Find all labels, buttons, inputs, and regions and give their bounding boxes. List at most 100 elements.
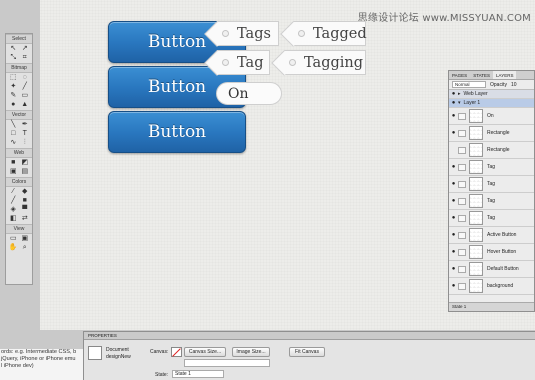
layer-row[interactable]: ● On xyxy=(449,108,534,125)
fill-swatch-icon[interactable]: ▀ xyxy=(20,206,31,214)
layer-row[interactable]: ● Tag xyxy=(449,159,534,176)
hide-slices-icon[interactable]: ▣ xyxy=(8,168,19,176)
fill-color-icon[interactable]: ◈ xyxy=(8,206,19,214)
lock-toggle[interactable] xyxy=(458,146,466,154)
canvas-dropdown[interactable] xyxy=(184,359,270,367)
layer-row[interactable]: ● Tag xyxy=(449,176,534,193)
layer-folder-web[interactable]: ● ▸ Web Layer xyxy=(449,90,534,99)
eye-icon[interactable]: ● xyxy=(449,100,458,106)
eye-icon[interactable]: ● xyxy=(449,130,458,136)
brush-tool-icon[interactable]: ╱ xyxy=(20,83,31,91)
layer-thumbnail xyxy=(469,279,483,293)
layer-row[interactable]: ● Tag xyxy=(449,193,534,210)
document-info: Document designNew xyxy=(106,347,136,361)
tag-tags[interactable]: Tags xyxy=(217,21,279,46)
default-colors-icon[interactable]: ◧ xyxy=(8,215,19,223)
stroke-swatch-icon[interactable]: ■ xyxy=(20,197,31,205)
freeform-tool-icon[interactable]: ∿ xyxy=(8,139,19,147)
lock-toggle[interactable] xyxy=(458,197,466,205)
blur-tool-icon[interactable]: ● xyxy=(8,101,19,109)
hotspot-tool-icon[interactable]: ■ xyxy=(8,159,19,167)
eye-icon[interactable]: ● xyxy=(449,91,458,97)
lock-toggle[interactable] xyxy=(458,265,466,273)
tag-tagging[interactable]: Tagging xyxy=(284,50,366,75)
tab-pages[interactable]: PAGES xyxy=(449,71,470,79)
document-name: designNew xyxy=(106,354,131,360)
standard-mode-icon[interactable]: ▭ xyxy=(8,235,19,243)
text-tool-icon[interactable]: T xyxy=(20,130,31,138)
layers-footer: State 1 xyxy=(449,302,534,311)
state-select[interactable]: State 1 xyxy=(172,370,224,378)
lock-toggle[interactable] xyxy=(458,214,466,222)
layer-row[interactable]: ● Rectangle xyxy=(449,125,534,142)
scale-tool-icon[interactable]: ⤡ xyxy=(8,54,19,62)
magic-wand-icon[interactable]: ✦ xyxy=(8,83,19,91)
layer-name: Rectangle xyxy=(487,130,510,136)
active-button[interactable]: Button xyxy=(108,111,246,153)
pencil-tool-icon[interactable]: ✎ xyxy=(8,92,19,100)
tab-states[interactable]: STATES xyxy=(470,71,493,79)
rectangle-tool-icon[interactable]: □ xyxy=(8,130,19,138)
lock-toggle[interactable] xyxy=(458,112,466,120)
fullscreen-mode-icon[interactable]: ▣ xyxy=(20,235,31,243)
layers-panel: PAGES STATES LAYERS Normal Opacity 10 ● … xyxy=(448,70,535,312)
canvas-color-swatch[interactable] xyxy=(171,347,182,357)
lock-toggle[interactable] xyxy=(458,248,466,256)
eye-icon[interactable]: ● xyxy=(449,232,458,238)
eye-icon[interactable]: ● xyxy=(449,215,458,221)
lock-toggle[interactable] xyxy=(458,129,466,137)
eye-icon[interactable]: ● xyxy=(449,283,458,289)
layer-thumbnail xyxy=(469,160,483,174)
swap-colors-icon[interactable]: ⇄ xyxy=(20,215,31,223)
show-slices-icon[interactable]: ▤ xyxy=(20,168,31,176)
eye-icon[interactable]: ● xyxy=(449,249,458,255)
canvas-size-button[interactable]: Canvas Size... xyxy=(184,347,226,357)
layer-row[interactable]: ● Hover Button xyxy=(449,244,534,261)
tools-section-vector: Vector xyxy=(6,110,32,120)
hand-tool-icon[interactable]: ✋ xyxy=(8,244,19,252)
pen-tool-icon[interactable]: ✒ xyxy=(20,121,31,129)
knife-tool-icon[interactable]: ⫶ xyxy=(20,139,31,147)
layer-row[interactable]: Rectangle xyxy=(449,142,534,159)
layer-row[interactable]: ● Active Button xyxy=(449,227,534,244)
tools-section-bitmap: Bitmap xyxy=(6,63,32,73)
eye-icon[interactable]: ● xyxy=(449,113,458,119)
marquee-tool-icon[interactable]: ⬚ xyxy=(8,74,19,82)
fit-canvas-button[interactable]: Fit Canvas xyxy=(289,347,325,357)
eraser-tool-icon[interactable]: ▭ xyxy=(20,92,31,100)
tools-section-view: View xyxy=(6,224,32,234)
pointer-tool-icon[interactable]: ↖ xyxy=(8,45,19,53)
eyedropper-tool-icon[interactable]: ⁄ xyxy=(8,188,19,196)
opacity-value[interactable]: 10 xyxy=(511,82,517,88)
image-size-button[interactable]: Image Size... xyxy=(232,347,270,357)
slice-tool-icon[interactable]: ◩ xyxy=(20,159,31,167)
layer-row[interactable]: ● background xyxy=(449,278,534,295)
layer-name: background xyxy=(487,283,514,289)
eye-icon[interactable]: ● xyxy=(449,181,458,187)
lasso-tool-icon[interactable]: ◌ xyxy=(20,74,31,82)
tag-tagged[interactable]: Tagged xyxy=(293,21,367,46)
layer-thumbnail xyxy=(469,194,483,208)
state-label: State: xyxy=(155,372,169,378)
layer-folder-layer1[interactable]: ● ▾ Layer 1 xyxy=(449,99,534,108)
line-tool-icon[interactable]: ╲ xyxy=(8,121,19,129)
lock-toggle[interactable] xyxy=(458,180,466,188)
lock-toggle[interactable] xyxy=(458,282,466,290)
tab-layers[interactable]: LAYERS xyxy=(493,71,517,79)
stroke-color-icon[interactable]: ╱ xyxy=(8,197,19,205)
lock-toggle[interactable] xyxy=(458,163,466,171)
paint-bucket-icon[interactable]: ◆ xyxy=(20,188,31,196)
eye-icon[interactable]: ● xyxy=(449,164,458,170)
eye-icon[interactable]: ● xyxy=(449,198,458,204)
blend-mode-select[interactable]: Normal xyxy=(452,81,486,88)
lock-toggle[interactable] xyxy=(458,231,466,239)
layer-row[interactable]: ● Default Button xyxy=(449,261,534,278)
eye-icon[interactable]: ● xyxy=(449,266,458,272)
zoom-tool-icon[interactable]: ⌕ xyxy=(20,244,31,252)
subselect-tool-icon[interactable]: ↗ xyxy=(20,45,31,53)
on-toggle[interactable]: On xyxy=(216,82,282,105)
layer-row[interactable]: ● Tag xyxy=(449,210,534,227)
stamp-tool-icon[interactable]: ▲ xyxy=(20,101,31,109)
tag-tag[interactable]: Tag xyxy=(217,50,270,75)
crop-tool-icon[interactable]: ⌗ xyxy=(20,54,31,62)
